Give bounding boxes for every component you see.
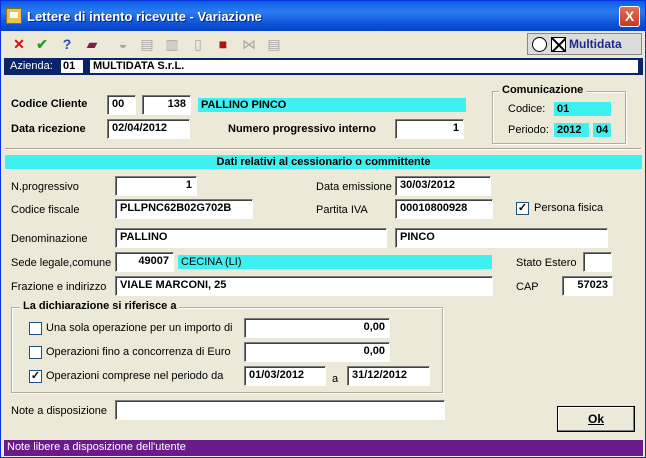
communication-title: Comunicazione (499, 84, 587, 96)
registered-office-label: Sede legale,comune (11, 257, 112, 269)
binoculars-icon[interactable]: ◒ (114, 35, 132, 53)
company-label: Azienda: (10, 60, 53, 72)
logo-square-x-icon (551, 37, 566, 52)
app-icon (6, 8, 22, 24)
vat-number-label: Partita IVA (316, 204, 368, 216)
customer-code-field[interactable]: 138 (142, 95, 191, 115)
blank-page-icon[interactable]: ▯ (189, 35, 207, 53)
foreign-state-field[interactable] (583, 252, 612, 272)
communication-code-label: Codice: (508, 103, 546, 115)
business-name-second-field[interactable]: PINCO (395, 228, 608, 248)
link-icon[interactable]: ⋈ (240, 35, 258, 53)
book-icon[interactable]: ▰ (83, 35, 101, 53)
confirm-check-icon[interactable]: ✔ (33, 35, 51, 53)
zip-field[interactable]: 57023 (562, 276, 613, 296)
period-operations-check-mark: ✓ (30, 370, 41, 382)
period-operations-checkbox[interactable]: ✓ (29, 370, 42, 383)
customer-code-prefix-field[interactable]: 00 (107, 95, 136, 115)
period-operations-label: Operazioni comprese nel periodo da (46, 370, 224, 382)
print-icon[interactable]: ▤ (138, 35, 156, 53)
internal-progressive-label: Numero progressivo interno (228, 123, 376, 135)
progressive-number-label: N.progressivo (11, 181, 79, 193)
business-name-label: Denominazione (11, 233, 88, 245)
natural-person-label: Persona fisica (534, 202, 604, 214)
address-field[interactable]: VIALE MARCONI, 25 (115, 276, 493, 296)
logo-circle-icon (532, 37, 547, 52)
multidata-logo: Multidata (527, 33, 642, 55)
toolbar: ✕ ✔ ? ▰ ◒ ▤ ▥ ▯ ■ ⋈ ▤ Multidata (4, 32, 642, 56)
single-operation-label: Una sola operazione per un importo di (46, 322, 233, 334)
zip-label: CAP (516, 281, 539, 293)
separator (5, 148, 641, 150)
tax-code-field[interactable]: PLLPNC62B02G702B (115, 199, 253, 219)
period-to-label: a (332, 373, 339, 385)
customer-name: PALLINO PINCO (198, 98, 466, 112)
single-operation-amount-field[interactable]: 0,00 (244, 318, 390, 338)
natural-person-checkbox[interactable]: ✓ (516, 202, 529, 215)
period-from-field[interactable]: 01/03/2012 (244, 366, 326, 386)
municipality-name: CECINA (LI) (178, 255, 492, 269)
address-label: Frazione e indirizzo (11, 281, 107, 293)
status-bar: Note libere a disposizione dell'utente (4, 440, 643, 456)
receipt-date-field[interactable]: 02/04/2012 (107, 119, 190, 139)
ceiling-operations-amount-field[interactable]: 0,00 (244, 342, 390, 362)
logo-text: Multidata (569, 37, 622, 51)
progressive-number-field[interactable]: 1 (115, 176, 197, 196)
company-bar: Azienda: 01 MULTIDATA S.r.L. (4, 58, 643, 75)
period-year: 2012 (554, 123, 589, 137)
notes-label: Note a disposizione (11, 405, 108, 417)
municipality-code-field[interactable]: 49007 (115, 252, 174, 272)
customer-code-label: Codice Cliente (11, 98, 88, 110)
title-bar[interactable]: Lettere di intento ricevute - Variazione… (1, 1, 645, 31)
issue-date-label: Data emissione (316, 181, 392, 193)
business-name-field[interactable]: PALLINO (115, 228, 387, 248)
ceiling-operations-checkbox[interactable] (29, 346, 42, 359)
internal-progressive-field[interactable]: 1 (395, 119, 464, 139)
close-window-button[interactable]: X (619, 6, 640, 27)
notes-field[interactable] (115, 400, 445, 420)
communication-code: 01 (554, 102, 611, 116)
ok-button[interactable]: Ok (557, 406, 635, 432)
document-icon[interactable]: ▤ (265, 35, 283, 53)
help-question-icon[interactable]: ? (58, 35, 76, 53)
tax-code-label: Codice fiscale (11, 204, 80, 216)
declaration-title: La dichiarazione si riferisce a (20, 300, 180, 312)
close-red-x-icon[interactable]: ✕ (10, 35, 28, 53)
issue-date-field[interactable]: 30/03/2012 (395, 176, 491, 196)
receipt-date-label: Data ricezione (11, 123, 86, 135)
company-code: 01 (61, 60, 83, 73)
main-window: Lettere di intento ricevute - Variazione… (0, 0, 646, 458)
period-to-field[interactable]: 31/12/2012 (347, 366, 430, 386)
single-operation-checkbox[interactable] (29, 322, 42, 335)
period-number: 04 (593, 123, 611, 137)
window-title: Lettere di intento ricevute - Variazione (27, 9, 262, 24)
foreign-state-label: Stato Estero (516, 257, 577, 269)
period-label: Periodo: (508, 124, 549, 136)
natural-person-check-mark: ✓ (517, 202, 528, 214)
red-stop-icon[interactable]: ■ (214, 35, 232, 53)
print-preview-icon[interactable]: ▥ (163, 35, 181, 53)
vat-number-field[interactable]: 00010800928 (395, 199, 493, 219)
company-name: MULTIDATA S.r.L. (90, 60, 638, 73)
ceiling-operations-label: Operazioni fino a concorrenza di Euro (46, 346, 231, 358)
section-title: Dati relativi al cessionario o committen… (5, 155, 642, 169)
